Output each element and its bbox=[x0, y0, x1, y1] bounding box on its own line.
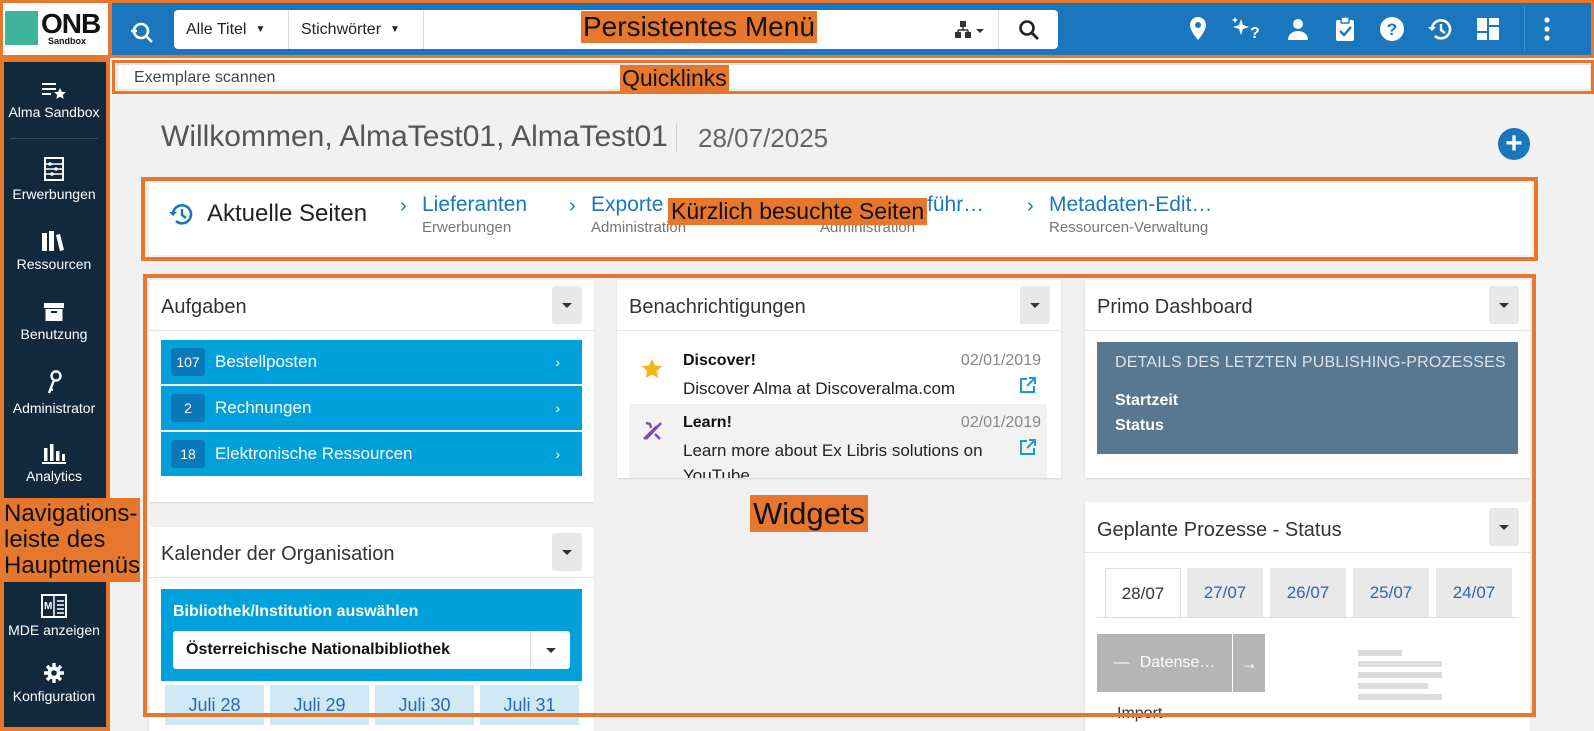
add-widget-button[interactable]: + bbox=[1498, 128, 1530, 160]
page-title: Willkommen, AlmaTest01, AlmaTest01 bbox=[161, 120, 668, 153]
annotation-nav: Navigations- leiste des Hauptmenüs bbox=[0, 498, 140, 582]
nav-frame bbox=[0, 58, 110, 731]
annotation-menu: Persistentes Menü bbox=[581, 11, 817, 43]
logo-frame bbox=[0, 0, 112, 58]
annotation-recent: Kürzlich besuchte Seiten bbox=[668, 198, 928, 225]
current-date: 28/07/2025 bbox=[698, 123, 829, 153]
quicklinks-frame bbox=[112, 60, 1594, 94]
annotation-widgets: Widgets bbox=[750, 495, 868, 532]
menu-frame bbox=[108, 0, 1594, 58]
annotation-quicklinks: Quicklinks bbox=[620, 65, 729, 92]
title-divider bbox=[676, 124, 677, 152]
